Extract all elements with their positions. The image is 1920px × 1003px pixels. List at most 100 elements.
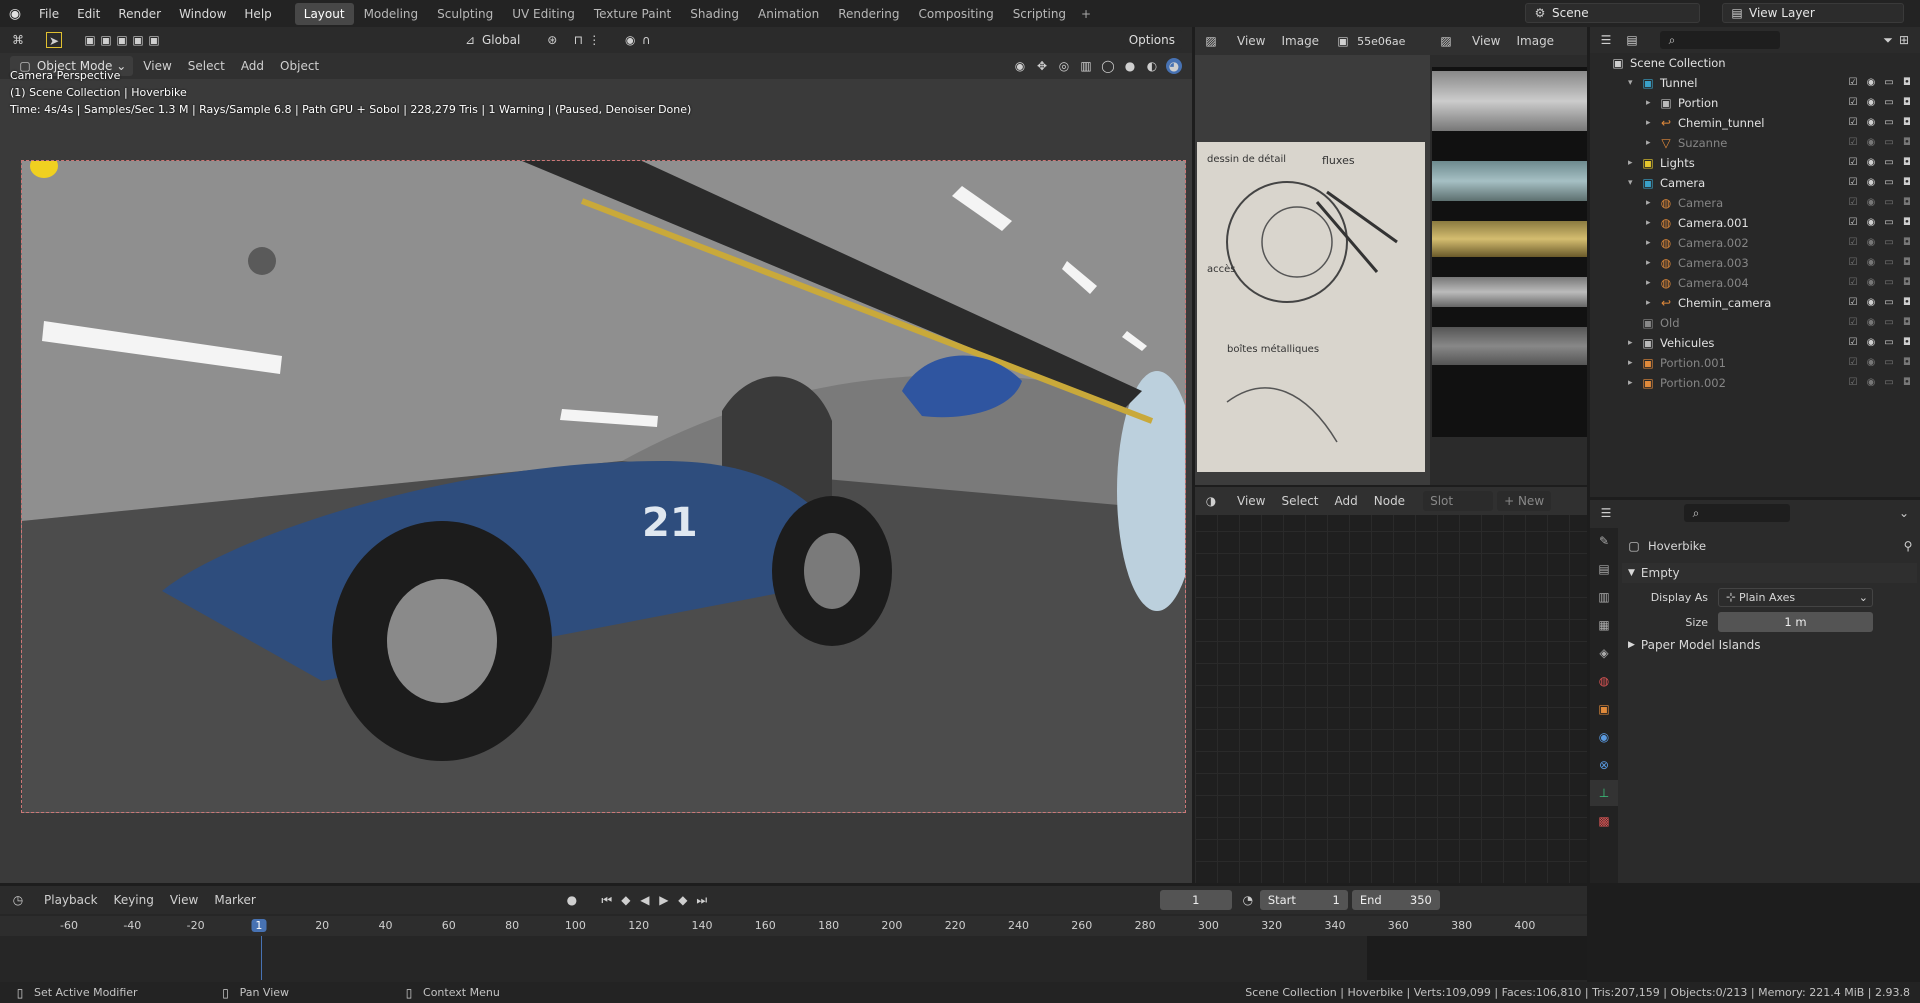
viewport-disable-icon[interactable]: ▭ (1882, 116, 1896, 130)
empty-panel-header[interactable]: ▼ Empty (1622, 563, 1917, 583)
checkbox-icon[interactable]: ☑ (1846, 236, 1860, 250)
checkbox-icon[interactable]: ☑ (1846, 96, 1860, 110)
tool-tab-icon[interactable]: ✎ (1590, 528, 1618, 554)
menu-file[interactable]: File (30, 7, 68, 21)
options-button[interactable]: Options (1121, 30, 1182, 50)
eye-icon[interactable]: ◉ (1864, 356, 1878, 370)
play-icon[interactable]: ▶ (656, 892, 672, 908)
outliner-item[interactable]: ▸ ↩ Chemin_tunnel ☑ ◉ ▭ ◘ (1590, 113, 1920, 133)
outliner-item[interactable]: ▸ ◍ Camera.003 ☑ ◉ ▭ ◘ (1590, 253, 1920, 273)
next-keyframe-icon[interactable]: ◆ (675, 892, 691, 908)
eye-icon[interactable]: ◉ (1864, 296, 1878, 310)
viewport-menu-add[interactable]: Add (233, 59, 272, 73)
current-frame-field[interactable]: 1 (1159, 890, 1232, 910)
render-disable-icon[interactable]: ◘ (1900, 376, 1914, 390)
viewport-disable-icon[interactable]: ▭ (1882, 196, 1896, 210)
outliner-item[interactable]: ▸ ▣ Portion ☑ ◉ ▭ ◘ (1590, 93, 1920, 113)
render-disable-icon[interactable]: ◘ (1900, 136, 1914, 150)
viewport-menu-view[interactable]: View (135, 59, 179, 73)
constraints-tab-icon[interactable]: ⊗ (1590, 752, 1618, 778)
visibility-icon[interactable]: ◉ (1012, 58, 1028, 74)
object-data-tab-icon[interactable]: ⊥ (1590, 780, 1618, 806)
outliner-item[interactable]: ▸ ▣ Portion.001 ☑ ◉ ▭ ◘ (1590, 353, 1920, 373)
node-menu-view[interactable]: View (1229, 494, 1273, 508)
node-menu-node[interactable]: Node (1366, 494, 1413, 508)
select-tool-icon[interactable]: ➤ (46, 32, 62, 48)
material-shading-icon[interactable]: ◐ (1144, 58, 1160, 74)
image-editor[interactable]: ▨ View Image ▣ 55e06ae dessin de détail … (1195, 27, 1430, 485)
eye-icon[interactable]: ◉ (1864, 236, 1878, 250)
expand-arrow-icon[interactable]: ▾ (1628, 178, 1640, 188)
expand-arrow-icon[interactable]: ▸ (1628, 158, 1640, 168)
render-disable-icon[interactable]: ◘ (1900, 356, 1914, 370)
checkbox-icon[interactable]: ☑ (1846, 76, 1860, 90)
eye-icon[interactable]: ◉ (1864, 196, 1878, 210)
viewport-disable-icon[interactable]: ▭ (1882, 336, 1896, 350)
play-reverse-icon[interactable]: ◀ (637, 892, 653, 908)
expand-arrow-icon[interactable]: ▸ (1646, 218, 1658, 228)
select-box-icon[interactable]: ▣ (82, 32, 98, 48)
render-disable-icon[interactable]: ◘ (1900, 336, 1914, 350)
outliner-item[interactable]: ▸ ◍ Camera.004 ☑ ◉ ▭ ◘ (1590, 273, 1920, 293)
outliner-item[interactable]: ▸ ◍ Camera.001 ☑ ◉ ▭ ◘ (1590, 213, 1920, 233)
select-extend-icon[interactable]: ▣ (98, 32, 114, 48)
expand-arrow-icon[interactable]: ▸ (1628, 338, 1640, 348)
timeline-menu-playback[interactable]: Playback (36, 893, 106, 907)
expand-arrow-icon[interactable]: ▸ (1646, 138, 1658, 148)
outliner-item[interactable]: ▸ ▣ Vehicules ☑ ◉ ▭ ◘ (1590, 333, 1920, 353)
properties-type-icon[interactable]: ☰ (1598, 505, 1614, 521)
checkbox-icon[interactable]: ☑ (1846, 216, 1860, 230)
outliner-type-icon[interactable]: ☰ (1598, 32, 1614, 48)
start-frame-field[interactable]: Start 1 (1259, 890, 1348, 910)
filter-icon[interactable]: ⏷ (1880, 32, 1896, 48)
eye-icon[interactable]: ◉ (1864, 336, 1878, 350)
expand-arrow-icon[interactable]: ▾ (1628, 78, 1640, 88)
snap-grid-icon[interactable]: ⋮ (586, 32, 602, 48)
render-disable-icon[interactable]: ◘ (1900, 216, 1914, 230)
outliner-item[interactable]: ▸ ◍ Camera ☑ ◉ ▭ ◘ (1590, 193, 1920, 213)
eye-icon[interactable]: ◉ (1864, 156, 1878, 170)
node-editor-type-icon[interactable]: ◑ (1203, 493, 1219, 509)
viewport-disable-icon[interactable]: ▭ (1882, 76, 1896, 90)
transform-orientation[interactable]: Global (482, 33, 520, 47)
eye-icon[interactable]: ◉ (1864, 96, 1878, 110)
viewport-disable-icon[interactable]: ▭ (1882, 256, 1896, 270)
timeline-menu-marker[interactable]: Marker (206, 893, 263, 907)
eye-icon[interactable]: ◉ (1864, 176, 1878, 190)
image-editor-type-icon[interactable]: ▨ (1203, 33, 1219, 49)
checkbox-icon[interactable]: ☑ (1846, 256, 1860, 270)
menu-window[interactable]: Window (170, 7, 235, 21)
workspace-tab-shading[interactable]: Shading (681, 3, 748, 25)
eye-icon[interactable]: ◉ (1864, 76, 1878, 90)
checkbox-icon[interactable]: ☑ (1846, 316, 1860, 330)
texture-tab-icon[interactable]: ▩ (1590, 808, 1618, 834)
viewport-disable-icon[interactable]: ▭ (1882, 296, 1896, 310)
viewport-menu-object[interactable]: Object (272, 59, 327, 73)
expand-arrow-icon[interactable]: ▸ (1646, 278, 1658, 288)
render-disable-icon[interactable]: ◘ (1900, 296, 1914, 310)
checkbox-icon[interactable]: ☑ (1846, 116, 1860, 130)
display-as-dropdown[interactable]: ⊹ Plain Axes ⌄ (1718, 587, 1873, 607)
camera-render-view[interactable]: 21 (21, 160, 1186, 813)
blender-logo-icon[interactable]: ◉ (0, 6, 30, 22)
pivot-icon[interactable]: ⊛ (544, 32, 560, 48)
outliner-item[interactable]: ▸ ▽ Suzanne ☑ ◉ ▭ ◘ (1590, 133, 1920, 153)
image-menu-view[interactable]: View (1229, 34, 1273, 48)
viewport-disable-icon[interactable]: ▭ (1882, 376, 1896, 390)
viewport-disable-icon[interactable]: ▭ (1882, 276, 1896, 290)
xray-icon[interactable]: ▥ (1078, 58, 1094, 74)
expand-arrow-icon[interactable]: ▸ (1646, 98, 1658, 108)
eye-icon[interactable]: ◉ (1864, 316, 1878, 330)
viewport-disable-icon[interactable]: ▭ (1882, 236, 1896, 250)
workspace-tab-sculpting[interactable]: Sculpting (428, 3, 502, 25)
new-material-button[interactable]: + New (1497, 491, 1552, 511)
image-name[interactable]: 55e06ae (1357, 35, 1405, 48)
paper-model-panel-header[interactable]: ▶ Paper Model Islands (1622, 635, 1917, 655)
object-tab-icon[interactable]: ▣ (1590, 696, 1618, 722)
current-frame-marker[interactable]: 1 (251, 919, 267, 932)
viewport-disable-icon[interactable]: ▭ (1882, 216, 1896, 230)
node-menu-select[interactable]: Select (1273, 494, 1326, 508)
render-tab-icon[interactable]: ▤ (1590, 556, 1618, 582)
jump-end-icon[interactable]: ⏭ (694, 892, 710, 908)
scene-selector[interactable]: ⚙ Scene (1525, 3, 1700, 23)
